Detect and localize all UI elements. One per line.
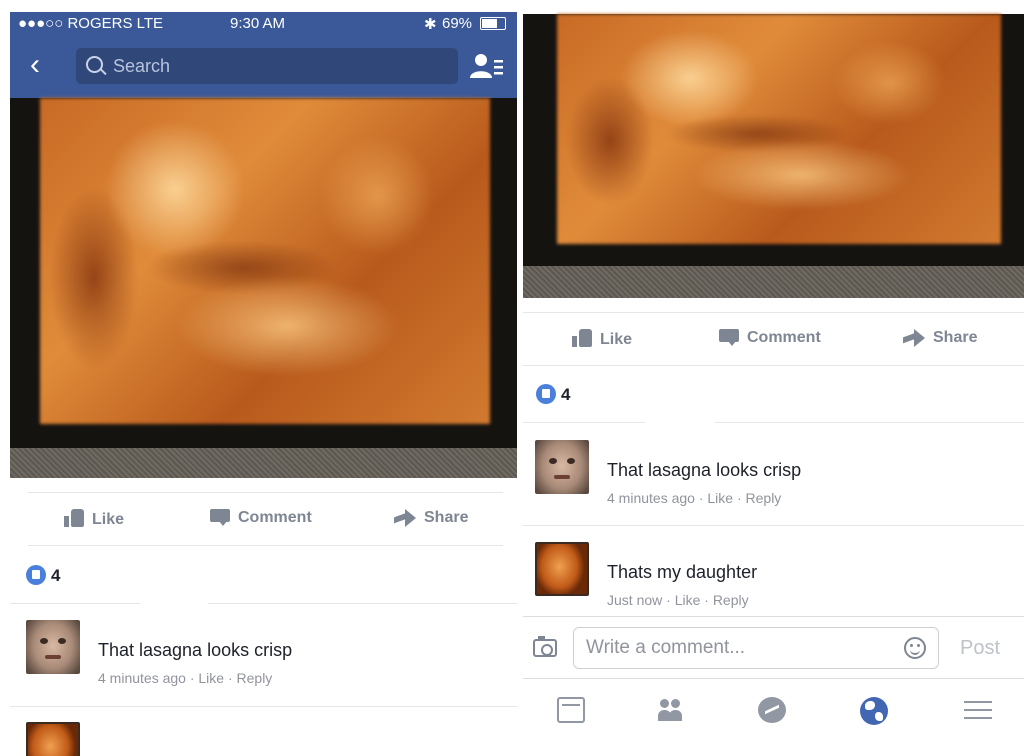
friends-icon[interactable] <box>658 697 686 723</box>
comment-button[interactable]: Comment <box>719 329 821 347</box>
share-button[interactable]: Share <box>903 329 977 347</box>
news-feed-icon[interactable] <box>557 697 585 723</box>
avatar[interactable] <box>26 722 80 756</box>
photo-background <box>523 266 1024 298</box>
comment-item: That lasagna looks crisp 4 minutes ago ·… <box>535 440 1020 510</box>
comment-meta[interactable]: 4 minutes ago · Like · Reply <box>98 670 272 686</box>
ultrasound-image <box>557 14 1001 244</box>
right-screenshot: Like Comment Share 4 That lasagna looks … <box>523 0 1024 756</box>
post-photo[interactable] <box>10 98 517 454</box>
avatar[interactable] <box>535 440 589 494</box>
camera-icon[interactable] <box>533 636 557 657</box>
battery-percent: 69% <box>442 15 473 32</box>
post-button[interactable]: Post <box>960 637 1000 660</box>
menu-icon[interactable] <box>964 697 992 723</box>
share-arrow-icon <box>903 329 925 347</box>
share-label: Share <box>933 329 978 346</box>
comment-item: That lasagna looks crisp 4 minutes ago ·… <box>26 620 506 690</box>
comment-meta[interactable]: 4 minutes ago · Like · Reply <box>607 490 781 506</box>
like-button[interactable]: Like <box>64 509 124 529</box>
search-input[interactable]: Search <box>76 48 458 84</box>
comment-composer: Post <box>523 616 1024 679</box>
search-icon <box>86 56 103 73</box>
comment-button[interactable]: Comment <box>210 509 312 527</box>
like-label: Like <box>600 331 633 348</box>
thumbs-up-icon <box>64 509 84 527</box>
divider <box>208 603 517 604</box>
comment-icon <box>210 509 230 526</box>
like-label: Like <box>92 511 125 528</box>
notifications-globe-icon[interactable] <box>860 697 888 725</box>
ultrasound-image <box>40 98 490 424</box>
reaction-count[interactable]: 4 <box>26 565 60 586</box>
write-comment-input[interactable] <box>573 627 939 669</box>
reaction-count-value: 4 <box>51 566 61 585</box>
comment-item <box>26 722 506 756</box>
clock: 9:30 AM <box>230 15 286 32</box>
like-button[interactable]: Like <box>572 329 632 349</box>
nav-bar: ‹ Search <box>10 34 517 98</box>
divider <box>10 706 517 707</box>
comment-icon <box>719 329 739 346</box>
divider <box>715 422 1024 423</box>
thumbs-up-icon <box>572 329 592 347</box>
divider <box>10 603 140 604</box>
comment-label: Comment <box>238 509 312 526</box>
bottom-tab-bar <box>523 678 1024 756</box>
avatar[interactable] <box>535 542 589 596</box>
divider <box>523 525 1024 526</box>
comment-text: Thats my daughter <box>607 562 758 582</box>
share-label: Share <box>424 509 469 526</box>
post-actions: Like Comment Share <box>28 492 503 546</box>
comment-text: That lasagna looks crisp <box>98 640 293 660</box>
divider <box>523 422 645 423</box>
friend-requests-icon[interactable] <box>470 52 504 80</box>
avatar[interactable] <box>26 620 80 674</box>
chevron-left-icon[interactable]: ‹ <box>30 48 56 82</box>
emoji-icon[interactable] <box>904 637 926 659</box>
status-bar: ●●●○○ ROGERS LTE 9:30 AM ✱ 69% <box>10 12 517 34</box>
share-button[interactable]: Share <box>394 509 468 527</box>
comment-meta[interactable]: Just now · Like · Reply <box>607 592 749 608</box>
battery-icon <box>480 17 506 30</box>
reaction-count-value: 4 <box>561 385 571 404</box>
comment-text: That lasagna looks crisp <box>607 460 802 480</box>
carrier-label: ●●●○○ ROGERS LTE <box>18 15 164 32</box>
bluetooth-icon: ✱ <box>424 16 437 33</box>
post-photo[interactable] <box>523 14 1024 270</box>
messenger-icon[interactable] <box>758 697 786 723</box>
comment-item: Thats my daughter Just now · Like · Repl… <box>535 542 1020 612</box>
like-reaction-icon <box>26 565 46 585</box>
like-reaction-icon <box>536 384 556 404</box>
share-arrow-icon <box>394 509 416 527</box>
photo-background <box>10 448 517 478</box>
comment-label: Comment <box>747 329 821 346</box>
search-placeholder: Search <box>113 56 171 76</box>
left-screenshot: ●●●○○ ROGERS LTE 9:30 AM ✱ 69% ‹ Search … <box>10 0 517 756</box>
reaction-count[interactable]: 4 <box>536 384 570 405</box>
post-actions: Like Comment Share <box>523 312 1024 366</box>
